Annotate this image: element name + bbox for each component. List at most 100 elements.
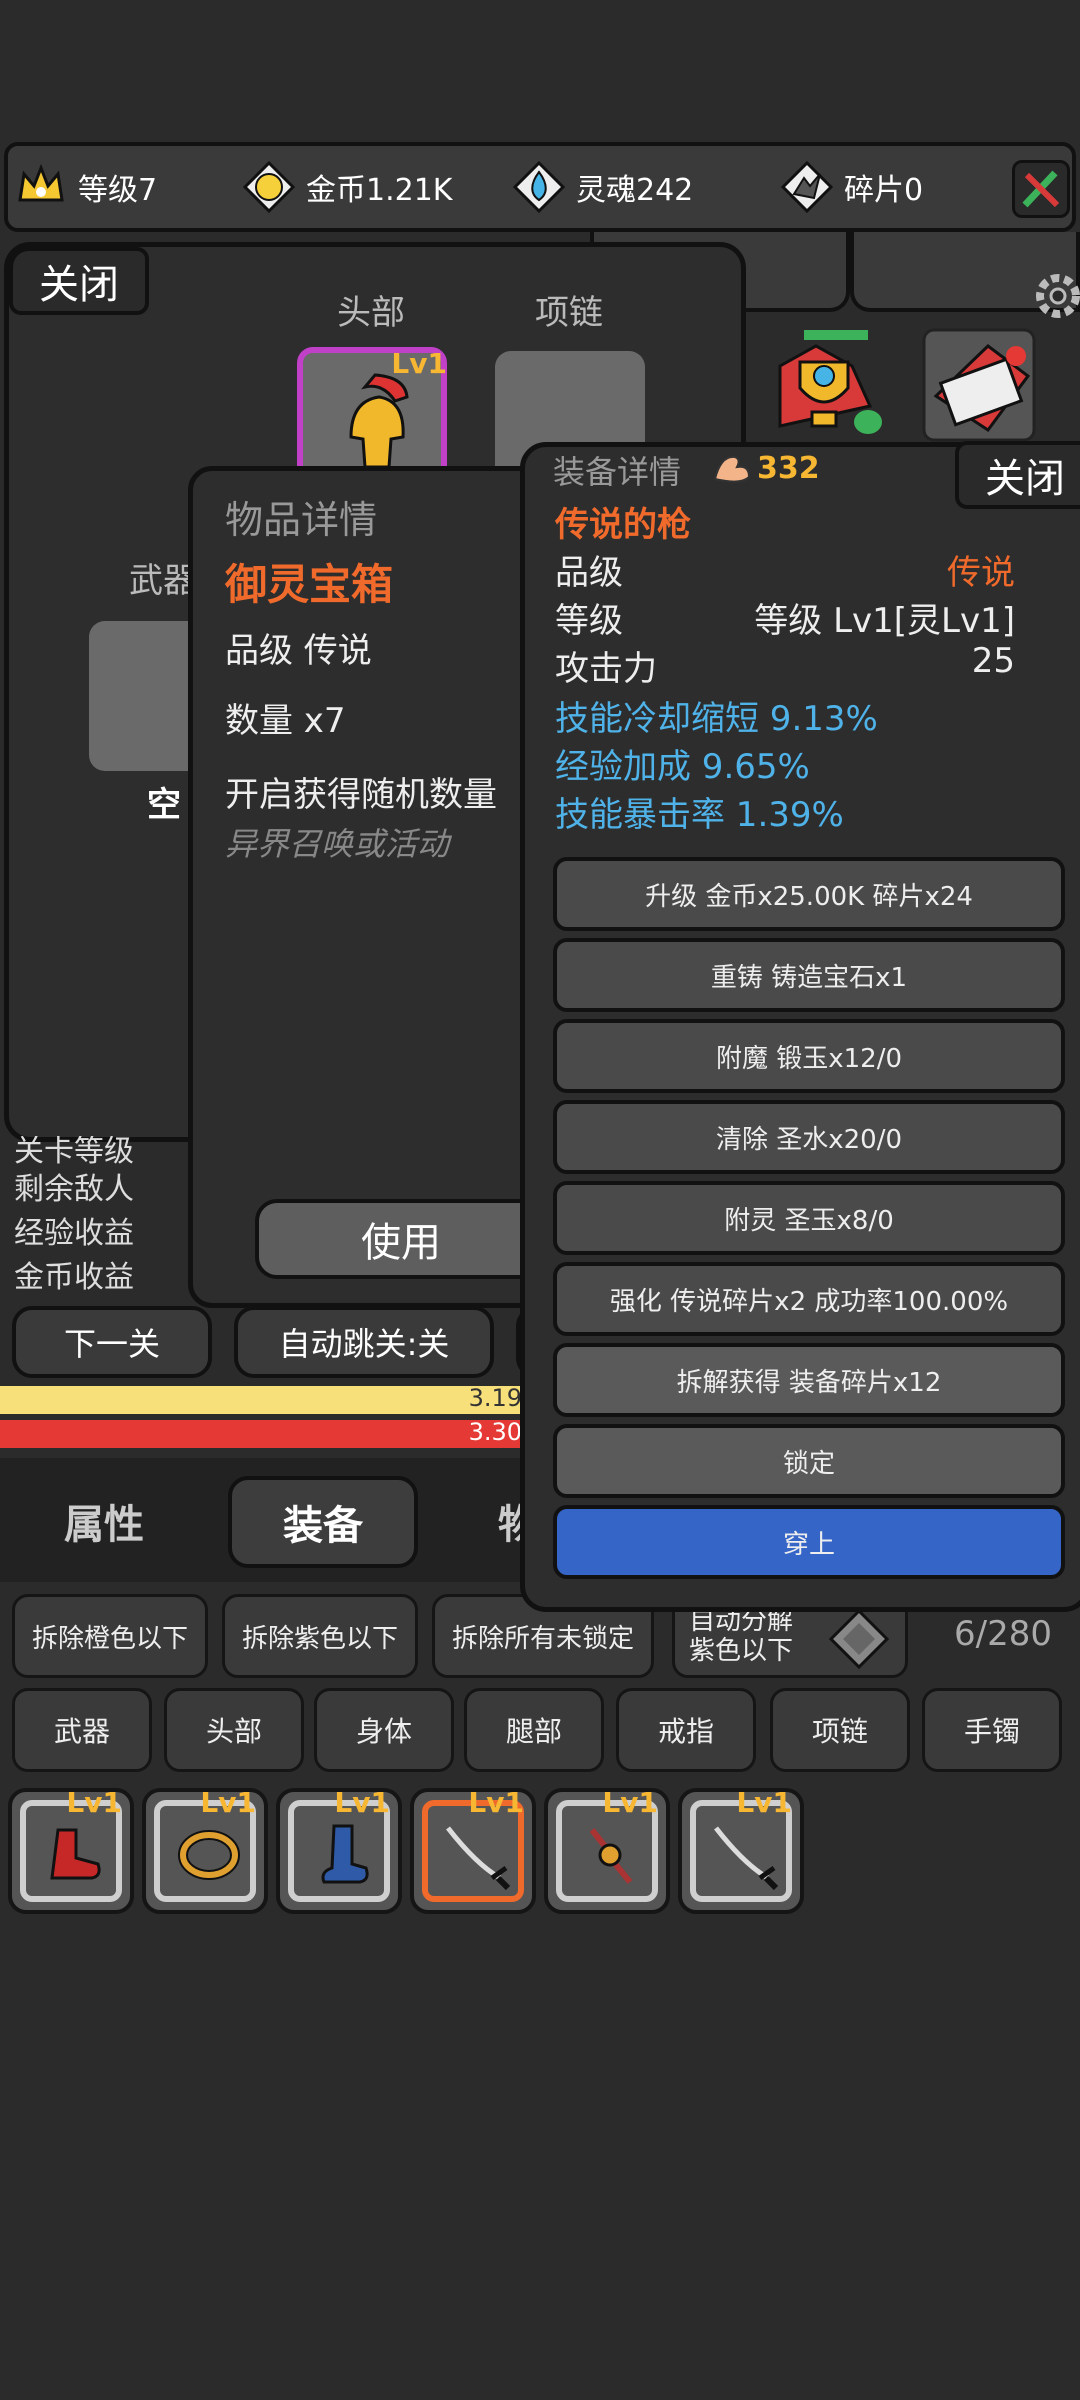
enchant-label: 附魔 锻玉x12/0	[715, 1043, 903, 1074]
category-bracelet[interactable]: 手镯	[922, 1688, 1062, 1772]
level-row: 等级 等级 Lv1[灵Lv1]	[555, 593, 1015, 642]
category-label: 戒指	[657, 1715, 714, 1748]
equip-label: 穿上	[782, 1529, 835, 1560]
category-legs[interactable]: 腿部	[464, 1688, 604, 1772]
gold-value: 金币1.21K	[306, 173, 453, 208]
slot-label-head: 头部	[337, 293, 405, 333]
grade-row: 品级 传说	[555, 545, 1015, 594]
dismantle-purple-label: 拆除紫色以下	[241, 1623, 398, 1654]
sword-icon	[714, 1826, 779, 1891]
category-head[interactable]: 头部	[164, 1688, 304, 1772]
skill-toggle-button[interactable]	[1012, 160, 1070, 218]
attack-row: 攻击力 25	[555, 641, 1015, 690]
tab-equipment[interactable]: 装备	[228, 1476, 418, 1568]
use-button[interactable]: 使用	[255, 1199, 547, 1279]
item-quantity: 数量 x7	[225, 701, 346, 741]
inventory-slot-level: Lv1	[468, 1786, 524, 1819]
item-description: 开启获得随机数量	[225, 775, 497, 815]
gold-resource: 金币1.21K	[242, 146, 452, 228]
reforge-label: 重铸 铸造宝石x1	[710, 962, 908, 993]
close-button[interactable]: 关闭	[9, 247, 149, 315]
strength-arm-icon	[713, 455, 751, 483]
auto-skip-toggle[interactable]: 自动跳关:关	[234, 1306, 494, 1378]
inventory-slot[interactable]: Lv1	[544, 1786, 670, 1914]
strengthen-button[interactable]: 强化 传说碎片x2 成功率100.00%	[553, 1262, 1065, 1336]
category-label: 头部	[205, 1715, 262, 1748]
diamond-toggle-icon	[828, 1608, 890, 1670]
strengthen-label: 强化 传说碎片x2 成功率100.00%	[609, 1286, 1009, 1317]
equip-button[interactable]: 穿上	[553, 1505, 1065, 1579]
inventory-slot[interactable]: Lv1	[8, 1786, 134, 1914]
slot-label-weapon: 武器	[129, 561, 197, 601]
upgrade-label: 升级 金币x25.00K 碎片x24	[645, 881, 973, 912]
category-ring[interactable]: 戒指	[616, 1688, 756, 1772]
grade-label: 品级	[555, 553, 623, 593]
inventory-slot-level: Lv1	[334, 1786, 390, 1819]
dismantle-unlocked-label: 拆除所有未锁定	[451, 1623, 634, 1654]
auto-dismantle-line2: 紫色以下	[689, 1636, 794, 1666]
clear-button[interactable]: 清除 圣水x20/0	[553, 1100, 1065, 1174]
clear-label: 清除 圣水x20/0	[715, 1124, 903, 1155]
item-grade: 品级 传说	[225, 631, 372, 671]
dismantle-orange-button[interactable]: 拆除橙色以下	[12, 1594, 208, 1678]
category-label: 武器	[53, 1715, 110, 1748]
red-boot-icon	[50, 1828, 101, 1880]
soul-flame-icon	[512, 160, 566, 214]
inventory-slot[interactable]: Lv1	[678, 1786, 804, 1914]
inventory-slot-level: Lv1	[66, 1786, 122, 1819]
level-label: 等级	[555, 601, 623, 641]
dismantle-purple-button[interactable]: 拆除紫色以下	[222, 1594, 418, 1678]
upgrade-button[interactable]: 升级 金币x25.00K 碎片x24	[553, 857, 1065, 931]
attack-label: 攻击力	[555, 649, 657, 689]
inventory-slot[interactable]: Lv1	[142, 1786, 268, 1914]
combat-power: 332	[757, 451, 820, 486]
next-stage-button[interactable]: 下一关	[12, 1306, 212, 1378]
dismantle-button[interactable]: 拆解获得 装备碎片x12	[553, 1343, 1065, 1417]
stat-exp-bonus: 经验加成 9.65%	[555, 747, 810, 787]
resource-bar: 等级7 金币1.21K 灵魂242 碎片0	[4, 142, 1076, 232]
yellow-bar-value: 3.19	[468, 1384, 522, 1412]
crown-icon	[18, 163, 64, 202]
tab-attributes[interactable]: 属性	[64, 1492, 144, 1550]
lock-button[interactable]: 锁定	[553, 1424, 1065, 1498]
blue-boot-icon	[321, 1824, 369, 1884]
use-button-label: 使用	[361, 1220, 441, 1266]
item-name: 御灵宝箱	[225, 560, 394, 609]
grade-value: 传说	[947, 553, 1015, 593]
attack-value: 25	[971, 641, 1015, 681]
level-value: 等级7	[78, 173, 158, 208]
stat-cooldown: 技能冷却缩短 9.13%	[555, 699, 878, 739]
gear-name: 传说的枪	[555, 505, 691, 545]
trophy-icon[interactable]	[760, 326, 890, 446]
category-label: 项链	[811, 1715, 868, 1748]
category-necklace[interactable]: 项链	[770, 1688, 910, 1772]
item-detail-header: 物品详情	[225, 498, 378, 542]
spirit-attach-button[interactable]: 附灵 圣玉x8/0	[553, 1181, 1065, 1255]
spirit-attach-label: 附灵 圣玉x8/0	[724, 1205, 894, 1236]
item-source: 异界召唤或活动	[225, 825, 450, 863]
gear-close-button[interactable]: 关闭	[955, 441, 1080, 509]
gear-detail-header: 装备详情	[553, 453, 682, 491]
amulet-icon	[589, 1828, 633, 1884]
category-weapon[interactable]: 武器	[12, 1688, 152, 1772]
settings-gear-icon[interactable]	[1032, 266, 1080, 326]
auto-skip-label: 自动跳关:关	[278, 1325, 450, 1363]
soul-resource: 灵魂242	[512, 146, 693, 228]
tab-equipment-label: 装备	[283, 1503, 363, 1549]
scroll-icon[interactable]	[918, 326, 1048, 446]
category-body[interactable]: 身体	[314, 1688, 454, 1772]
inventory-slot-level: Lv1	[602, 1786, 658, 1819]
inventory-slot[interactable]: Lv1	[276, 1786, 402, 1914]
red-bar-value: 3.30	[468, 1418, 522, 1446]
dismantle-orange-label: 拆除橙色以下	[31, 1623, 188, 1654]
enchant-button[interactable]: 附魔 锻玉x12/0	[553, 1019, 1065, 1093]
sword-icon	[446, 1826, 511, 1891]
next-stage-label: 下一关	[63, 1325, 160, 1363]
gold-coin-icon	[242, 160, 296, 214]
gear-close-label: 关闭	[985, 456, 1065, 502]
crossed-sword-icon	[1022, 170, 1060, 208]
inventory-slot-selected[interactable]: Lv1	[410, 1786, 536, 1914]
gold-ring-icon	[178, 1830, 240, 1880]
reforge-button[interactable]: 重铸 铸造宝石x1	[553, 938, 1065, 1012]
inventory-slot-level: Lv1	[736, 1786, 792, 1819]
